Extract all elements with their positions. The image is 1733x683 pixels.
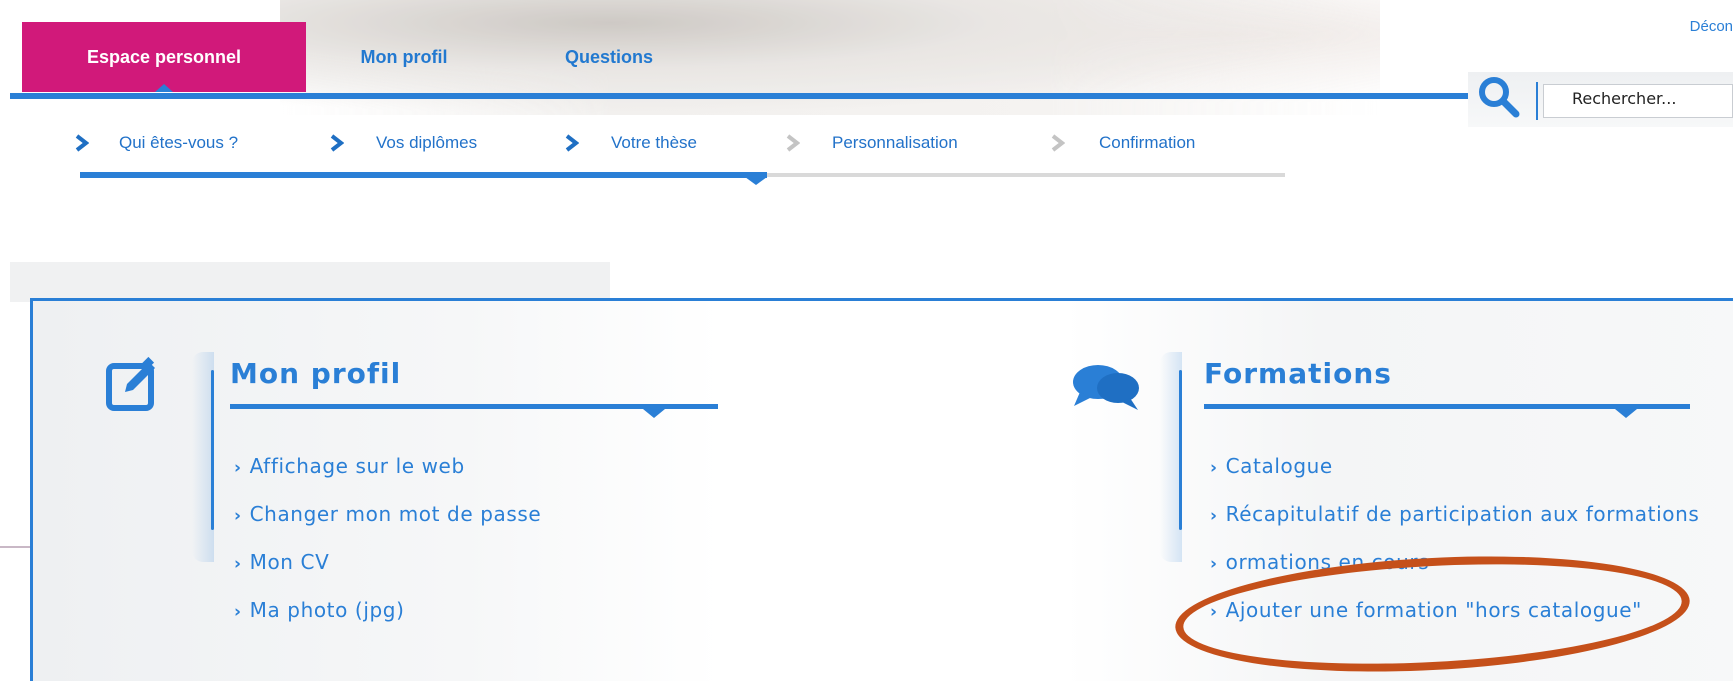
link-recapitulatif-participation[interactable]: › Récapitulatif de participation aux form…: [1210, 502, 1699, 526]
chevron-right-icon: ›: [234, 602, 242, 622]
card-separator: [211, 370, 214, 530]
panel-shadow: [10, 262, 610, 302]
chevron-right-icon: ›: [234, 506, 242, 526]
link-affichage-web[interactable]: › Affichage sur le web: [234, 454, 465, 478]
chevron-right-icon: ›: [234, 554, 242, 574]
chat-bubbles-icon: [1073, 365, 1139, 410]
tab-questions[interactable]: Questions: [555, 22, 663, 92]
link-mon-cv[interactable]: › Mon CV: [234, 550, 329, 574]
chevron-right-icon: [565, 134, 579, 152]
card-separator: [1179, 370, 1182, 530]
logout-link[interactable]: Décon: [1690, 18, 1733, 35]
chevron-right-icon: ›: [234, 458, 242, 478]
left-edge-mark: [0, 546, 30, 548]
card-rule-marker: [643, 409, 665, 418]
edit-icon: [106, 356, 155, 411]
header-divider: [10, 93, 1480, 99]
steps-progress-fill: [80, 172, 767, 178]
search-separator: [1536, 82, 1538, 120]
chevron-right-icon: [1051, 134, 1065, 152]
chevron-right-icon: ›: [1210, 458, 1218, 478]
card-title-formations: Formations: [1204, 357, 1392, 390]
link-ma-photo[interactable]: › Ma photo (jpg): [234, 598, 404, 622]
search-icon[interactable]: [1476, 74, 1520, 118]
link-catalogue[interactable]: › Catalogue: [1210, 454, 1333, 478]
search-input[interactable]: Rechercher...: [1543, 84, 1733, 118]
tab-mon-profil[interactable]: Mon profil: [352, 22, 456, 92]
link-changer-mot-de-passe[interactable]: › Changer mon mot de passe: [234, 502, 541, 526]
chevron-right-icon: ›: [1210, 506, 1218, 526]
chevron-right-icon: [786, 134, 800, 152]
tab-espace-personnel[interactable]: Espace personnel: [22, 22, 306, 92]
steps-progress-marker: [744, 177, 767, 185]
chevron-right-icon: [75, 134, 89, 152]
chevron-right-icon: ›: [1210, 554, 1218, 574]
card-title-mon-profil: Mon profil: [230, 357, 402, 390]
card-rule-marker: [1615, 409, 1637, 418]
chevron-right-icon: [330, 134, 344, 152]
